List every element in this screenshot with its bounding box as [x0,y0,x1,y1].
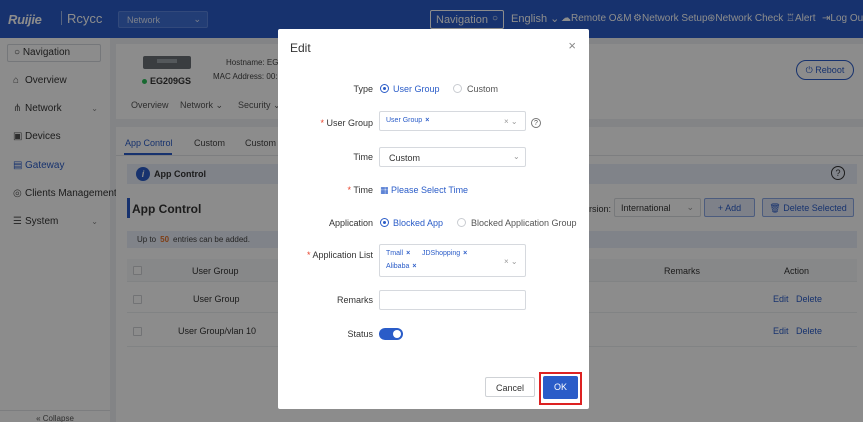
close-icon[interactable]: × [568,38,576,53]
remove-tag-icon: × [406,250,411,257]
user-group-tag: User Group × [386,117,430,124]
edit-dialog: Edit × Type User Group Custom * User Gro… [278,29,589,409]
dialog-title: Edit [290,41,311,55]
app-tag: JDShopping × [422,250,468,257]
blocked-app-group-label[interactable]: Blocked Application Group [471,218,577,228]
user-group-select[interactable]: User Group × × ⌄ [379,111,526,131]
clear-and-chevron-icon[interactable]: × ⌄ [504,117,518,126]
remarks-label: Remarks [336,295,373,305]
calendar-icon: ▦ [380,185,389,195]
status-toggle[interactable] [379,328,403,340]
app-tag: Tmall × [386,250,411,257]
remove-tag-icon: × [412,263,417,270]
remove-tag-icon: × [425,117,430,124]
chevron-down-icon: ⌄ [513,152,520,161]
blocked-app-label[interactable]: Blocked App [393,218,443,228]
application-list-label: * Application List [306,250,373,260]
time-select[interactable]: Custom ⌄ [379,147,526,167]
blocked-app-group-radio[interactable] [457,218,466,227]
remarks-input[interactable] [379,290,526,310]
remove-tag-icon: × [463,250,468,257]
status-label: Status [347,329,373,339]
time-required-label: * Time [347,185,373,195]
type-user-group-label[interactable]: User Group [393,84,440,94]
cancel-button[interactable]: Cancel [485,377,535,397]
blocked-app-radio[interactable] [380,218,389,227]
application-list-select[interactable]: Tmall × JDShopping × Alibaba × × ⌄ [379,244,526,277]
type-user-group-radio[interactable] [380,84,389,93]
time-label: Time [353,152,373,162]
application-label: Application [328,218,373,228]
type-custom-label[interactable]: Custom [467,84,498,94]
app-tag: Alibaba × [386,263,417,270]
type-label: Type [353,84,373,94]
help-icon[interactable]: ? [531,118,541,128]
select-time-link[interactable]: ▦ Please Select Time [380,185,468,196]
type-custom-radio[interactable] [453,84,462,93]
ok-button[interactable]: OK [543,376,578,399]
user-group-label: * User Group [320,118,373,128]
clear-and-chevron-icon[interactable]: × ⌄ [504,257,518,266]
